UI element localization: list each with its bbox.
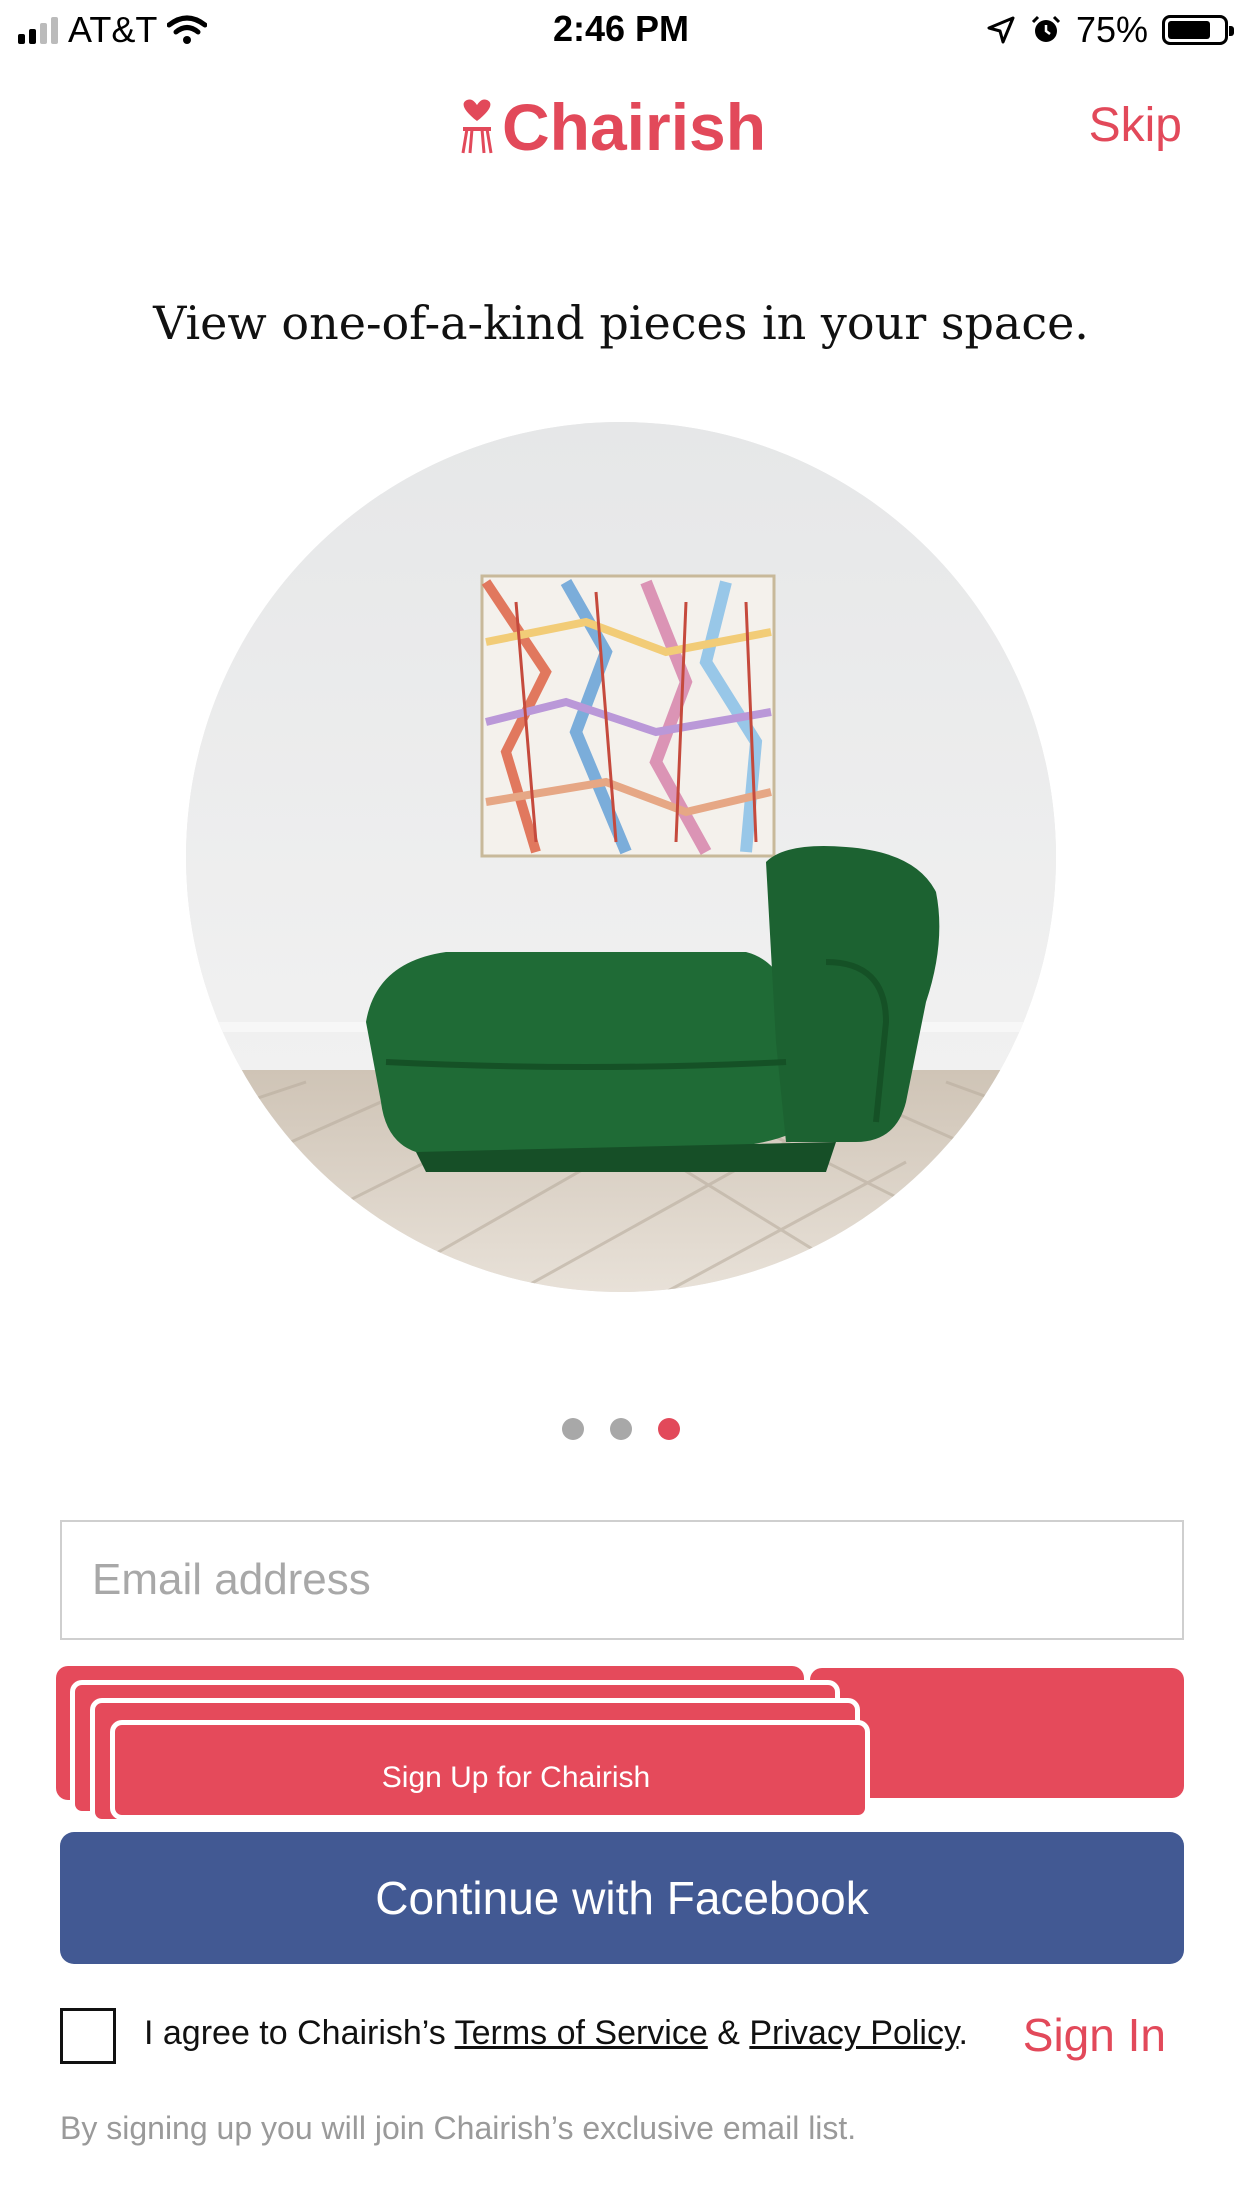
chairish-logo: Chairish — [458, 90, 767, 164]
battery-percent: 75% — [1075, 9, 1148, 50]
terms-checkbox[interactable] — [60, 2008, 116, 2064]
pager-dot[interactable] — [562, 1418, 584, 1440]
privacy-link[interactable]: Privacy Policy — [749, 2014, 958, 2052]
facebook-button[interactable]: Continue with Facebook — [60, 1832, 1184, 1964]
terms-agreement: I agree to Chairish’s Terms of Service &… — [144, 2014, 968, 2053]
pager-dots — [0, 1418, 1242, 1440]
location-arrow-icon — [987, 16, 1015, 44]
email-input[interactable] — [60, 1520, 1184, 1640]
signup-button-label: Sign Up for Chairish — [381, 1761, 651, 1794]
pager-dot-active[interactable] — [658, 1418, 680, 1440]
agree-and: & — [707, 2014, 750, 2052]
sign-in-link[interactable]: Sign In — [1023, 2008, 1166, 2062]
status-bar: AT&T 2:46 PM 75% — [0, 0, 1242, 64]
status-right: 75% — [986, 8, 1234, 52]
logo-wordmark: Chairish — [502, 90, 767, 164]
email-list-footnote: By signing up you will join Chairish’s e… — [60, 2110, 857, 2146]
signup-button[interactable]: Sign Up for Chairish — [56, 1666, 1184, 1824]
alarm-icon — [1031, 15, 1060, 42]
terms-link[interactable]: Terms of Service — [455, 2014, 708, 2052]
facebook-button-label: Continue with Facebook — [375, 1872, 869, 1924]
room-preview-image — [186, 422, 1056, 1292]
chair-heart-icon — [461, 99, 493, 154]
skip-button[interactable]: Skip — [1089, 98, 1182, 153]
pager-dot[interactable] — [610, 1418, 632, 1440]
room-illustration — [186, 422, 1056, 1292]
battery-icon — [1162, 15, 1234, 45]
onboarding-tagline: View one-of-a-kind pieces in your space. — [153, 296, 1089, 350]
agree-suffix: . — [958, 2014, 968, 2052]
agree-prefix: I agree to Chairish’s — [144, 2014, 455, 2052]
